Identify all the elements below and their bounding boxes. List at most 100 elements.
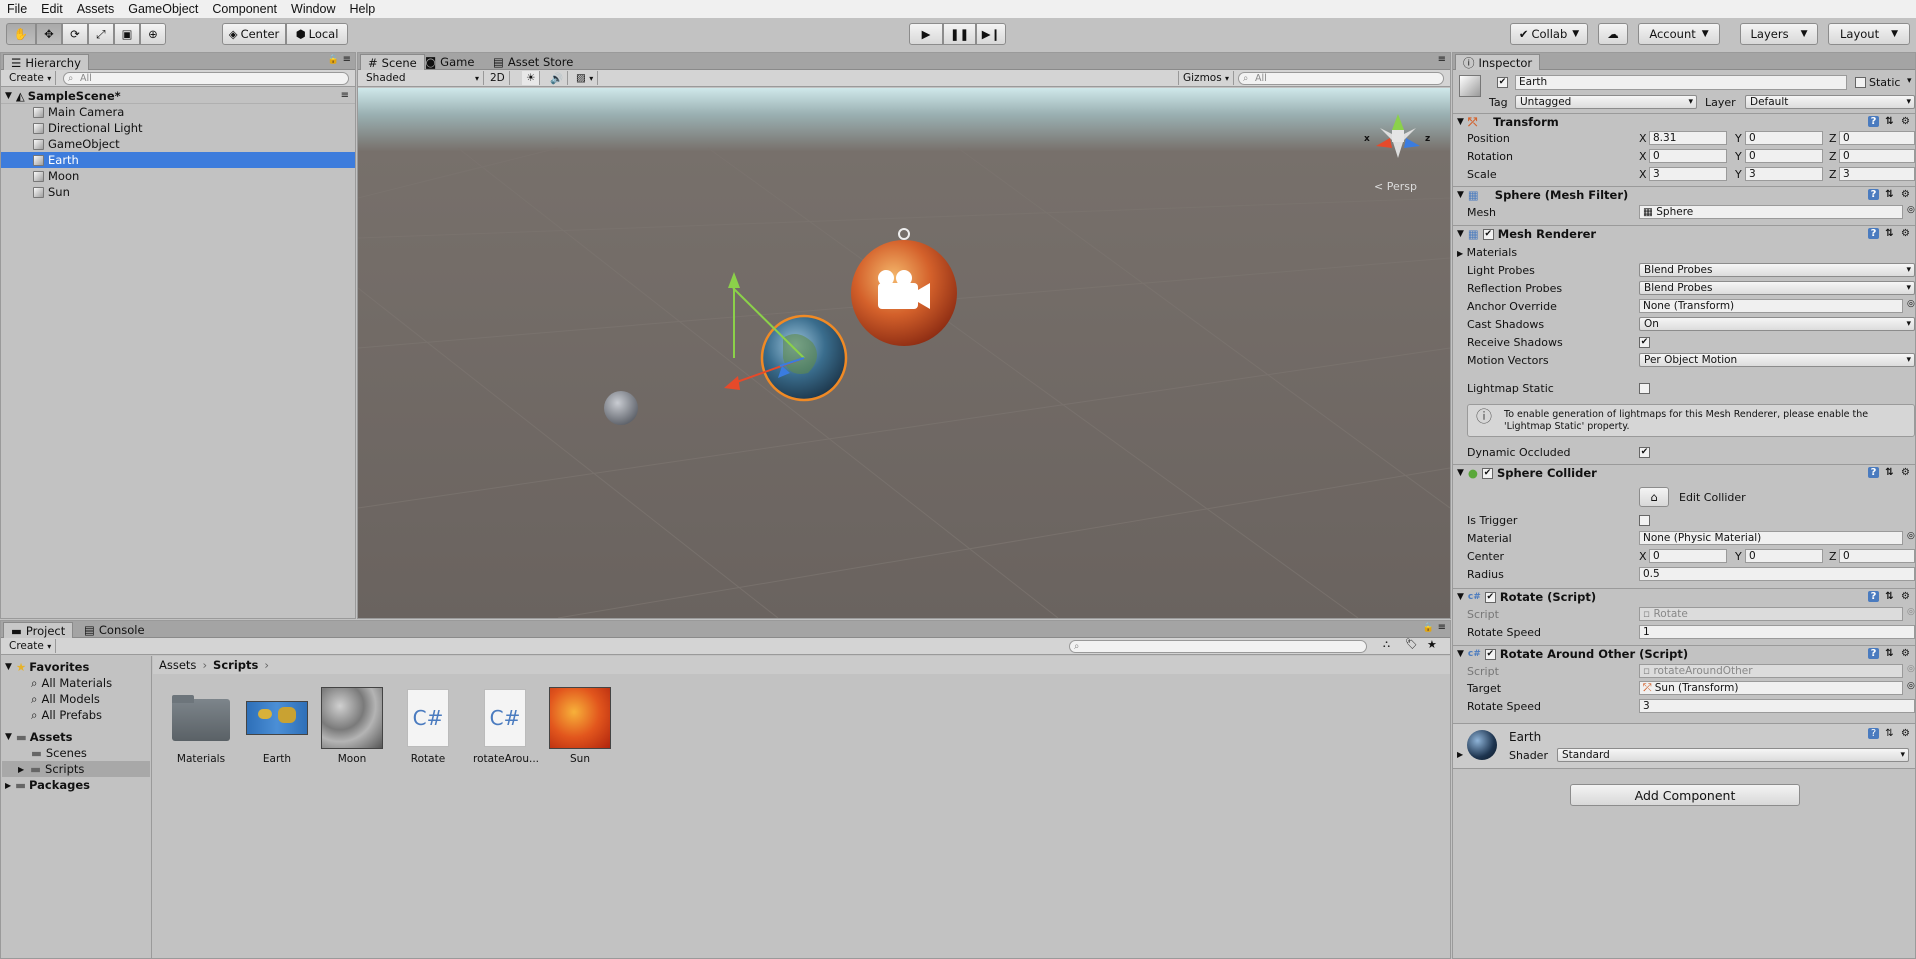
menu-window[interactable]: Window (284, 2, 342, 16)
position-x-field[interactable]: 8.31 (1649, 131, 1727, 145)
settings-gear-icon[interactable]: ⚙ (1900, 467, 1911, 478)
tag-dropdown[interactable]: Untagged (1515, 95, 1697, 109)
chevron-down-icon[interactable]: ▾ (1907, 76, 1912, 86)
menu-gameobject[interactable]: GameObject (121, 2, 205, 16)
active-checkbox[interactable]: ✔ (1497, 77, 1508, 88)
expand-arrow-icon[interactable]: ▶ (1457, 750, 1463, 759)
audio-toggle[interactable]: 🔊 (546, 71, 569, 85)
project-search-input[interactable]: ⌕ (1069, 640, 1367, 653)
effects-dropdown[interactable]: ▨ ▾ (572, 71, 599, 85)
reflection-probes-dropdown[interactable]: Blend Probes (1639, 281, 1915, 295)
rotate-around-speed-field[interactable]: 3 (1639, 699, 1915, 713)
tab-game[interactable]: ◙ Game (418, 54, 481, 70)
settings-gear-icon[interactable]: ⚙ (1900, 648, 1911, 659)
tree-all-materials[interactable]: ⌕ All Materials (31, 675, 112, 691)
scene-root-row[interactable]: ▼ ◭ SampleScene* ≡ (1, 88, 355, 104)
dynamic-occluded-checkbox[interactable]: ✔ (1639, 447, 1650, 458)
gizmos-dropdown[interactable]: Gizmos ▾ (1178, 71, 1235, 85)
rotate-around-enabled-checkbox[interactable]: ✔ (1484, 648, 1496, 660)
lock-icon[interactable]: 🔒 (1423, 623, 1434, 633)
tree-all-models[interactable]: ⌕ All Models (31, 691, 100, 707)
preset-icon[interactable]: ⇅ (1884, 189, 1895, 200)
light-probes-dropdown[interactable]: Blend Probes (1639, 263, 1915, 277)
hierarchy-item-directional-light[interactable]: Directional Light (1, 120, 355, 136)
scale-x-field[interactable]: 3 (1649, 167, 1727, 181)
asset-rotate-around-script[interactable]: C# rotateArou... (473, 687, 539, 765)
center-x-field[interactable]: 0 (1649, 549, 1727, 563)
hierarchy-item-earth[interactable]: Earth (1, 152, 355, 168)
tree-assets[interactable]: ▼ ▬ Assets (5, 729, 73, 745)
breadcrumb-assets[interactable]: Assets (159, 658, 196, 672)
scene-search-input[interactable]: ⌕ All (1238, 72, 1444, 85)
preset-icon[interactable]: ⇅ (1884, 728, 1895, 739)
layer-dropdown[interactable]: Default (1745, 95, 1915, 109)
panel-menu-icon[interactable]: ≡ (1438, 622, 1446, 633)
mesh-filter-header[interactable]: ▼ ▦ Sphere (Mesh Filter) ? ⇅ ⚙ (1453, 186, 1915, 203)
favorite-star-icon[interactable]: ★ (1427, 638, 1437, 651)
object-picker-icon[interactable]: ◎ (1907, 531, 1915, 541)
pause-button[interactable]: ❚❚ (943, 23, 976, 45)
panel-menu-icon[interactable]: ≡ (1438, 54, 1446, 65)
shader-dropdown[interactable]: Standard (1557, 748, 1909, 762)
hierarchy-item-moon[interactable]: Moon (1, 168, 355, 184)
preset-icon[interactable]: ⇅ (1884, 648, 1895, 659)
center-z-field[interactable]: 0 (1839, 549, 1915, 563)
receive-shadows-checkbox[interactable]: ✔ (1639, 337, 1650, 348)
menu-help[interactable]: Help (342, 2, 382, 16)
menu-component[interactable]: Component (205, 2, 284, 16)
asset-materials-folder[interactable]: Materials (169, 687, 233, 765)
tab-asset-store[interactable]: ▤ Asset Store (486, 54, 580, 70)
mesh-field[interactable]: ▦ Sphere (1639, 205, 1903, 219)
lightmap-static-checkbox[interactable] (1639, 383, 1650, 394)
tree-favorites[interactable]: ▼ ★ Favorites (5, 659, 89, 675)
collider-material-field[interactable]: None (Physic Material) (1639, 531, 1903, 545)
scene-viewport[interactable]: x z < Persp (358, 88, 1450, 618)
settings-gear-icon[interactable]: ⚙ (1900, 189, 1911, 200)
scale-y-field[interactable]: 3 (1745, 167, 1823, 181)
preset-icon[interactable]: ⇅ (1884, 467, 1895, 478)
object-picker-icon[interactable]: ◎ (1907, 299, 1915, 309)
lighting-toggle[interactable]: ☀ (522, 71, 541, 85)
rotate-around-header[interactable]: ▼ c# ✔ Rotate Around Other (Script) ? ⇅ ⚙ (1453, 645, 1915, 662)
center-y-field[interactable]: 0 (1745, 549, 1823, 563)
settings-gear-icon[interactable]: ⚙ (1900, 228, 1911, 239)
asset-earth-texture[interactable]: Earth (245, 687, 309, 765)
transform-tool-button[interactable]: ⊕ (140, 23, 166, 45)
scale-z-field[interactable]: 3 (1839, 167, 1915, 181)
hierarchy-search-input[interactable]: ⌕ All (63, 72, 349, 85)
asset-sun-texture[interactable]: Sun (548, 687, 612, 765)
persp-label[interactable]: < Persp (1374, 180, 1417, 193)
preset-icon[interactable]: ⇅ (1884, 228, 1895, 239)
target-field[interactable]: ⤱ Sun (Transform) (1639, 681, 1903, 695)
static-checkbox[interactable] (1855, 77, 1866, 88)
filter-label-icon[interactable]: 🏷 (1405, 639, 1418, 650)
tree-scripts[interactable]: ▶ ▬ Scripts (2, 761, 150, 777)
collab-button[interactable]: ✔ Collab ▼ (1510, 23, 1588, 45)
object-name-field[interactable]: Earth (1515, 75, 1847, 90)
tree-scenes[interactable]: ▬ Scenes (31, 745, 87, 761)
account-dropdown[interactable]: Account ▼ (1638, 23, 1720, 45)
preset-icon[interactable]: ⇅ (1884, 116, 1895, 127)
edit-collider-button[interactable]: ⌂ (1639, 487, 1669, 507)
lock-icon[interactable]: 🔒 (328, 55, 339, 65)
layers-dropdown[interactable]: Layers ▼ (1740, 23, 1818, 45)
rotate-tool-button[interactable]: ⟳ (62, 23, 88, 45)
cloud-button[interactable]: ☁ (1598, 23, 1628, 45)
breadcrumb-scripts[interactable]: Scripts (213, 658, 258, 672)
help-icon[interactable]: ? (1868, 728, 1879, 739)
cast-shadows-dropdown[interactable]: On (1639, 317, 1915, 331)
project-create-button[interactable]: Create ▾ (5, 639, 57, 653)
anchor-override-field[interactable]: None (Transform) (1639, 299, 1903, 313)
rect-tool-button[interactable]: ▣ (114, 23, 140, 45)
rotation-x-field[interactable]: 0 (1649, 149, 1727, 163)
tab-console[interactable]: ▤ Console (77, 622, 152, 638)
tab-hierarchy[interactable]: ☰ Hierarchy (3, 54, 89, 70)
hierarchy-item-sun[interactable]: Sun (1, 184, 355, 200)
transform-header[interactable]: ▼ ⤱ Transform ? ⇅ ⚙ (1453, 113, 1915, 130)
sphere-collider-header[interactable]: ▼ ● ✔ Sphere Collider ? ⇅ ⚙ (1453, 464, 1915, 481)
object-picker-icon[interactable]: ◎ (1907, 205, 1915, 215)
rotation-z-field[interactable]: 0 (1839, 149, 1915, 163)
position-y-field[interactable]: 0 (1745, 131, 1823, 145)
tree-all-prefabs[interactable]: ⌕ All Prefabs (31, 707, 102, 723)
scale-tool-button[interactable]: ⤢ (88, 23, 114, 45)
